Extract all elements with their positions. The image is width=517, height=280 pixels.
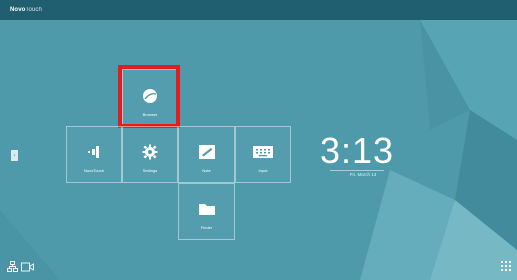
app-tile-input[interactable]: Input	[235, 126, 291, 183]
top-bar: NovoTouch	[0, 0, 517, 20]
keyboard-input-icon	[253, 142, 273, 162]
folder-icon	[198, 199, 216, 219]
camera-icon[interactable]	[21, 259, 34, 277]
brand-logo: NovoTouch	[10, 7, 42, 13]
app-tile-settings[interactable]: Settings	[122, 126, 178, 183]
app-tile-browser[interactable]: Browser	[122, 69, 178, 126]
app-label-browser: Browser	[142, 112, 158, 117]
clock-date: Fri. March 13	[349, 172, 377, 177]
app-label-settings: Settings	[142, 168, 158, 173]
app-tile-novotouch[interactable]: NovoTouch	[66, 126, 122, 183]
clock-divider	[330, 170, 384, 171]
app-tile-finder[interactable]: Finder	[178, 183, 235, 240]
chevron-right-icon: ›	[13, 152, 16, 159]
app-grid-icon[interactable]	[501, 258, 511, 276]
bottom-left-toolbar	[7, 259, 34, 277]
side-drawer-tab[interactable]: ›	[11, 150, 18, 161]
globe-icon	[142, 86, 158, 106]
clock-time: 3:13	[320, 130, 395, 171]
gear-icon	[142, 142, 158, 162]
home-screen: NovoTouch › Browser NovoTouch Settings N…	[0, 0, 517, 280]
network-icon[interactable]	[7, 259, 18, 277]
app-label-novotouch: NovoTouch	[83, 168, 104, 173]
app-tile-note[interactable]: Note	[178, 126, 235, 183]
app-label-note: Note	[202, 168, 211, 173]
app-label-finder: Finder	[200, 225, 213, 230]
app-label-input: Input	[258, 168, 268, 173]
novotouch-icon	[86, 142, 102, 162]
note-edit-icon	[198, 142, 216, 162]
